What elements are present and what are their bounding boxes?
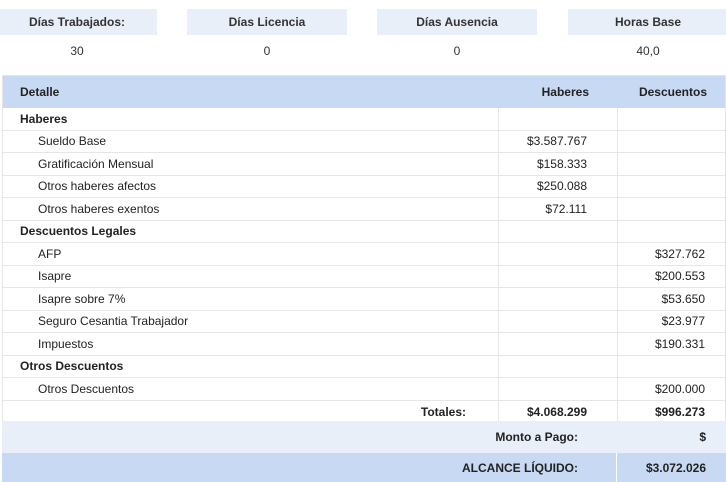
table-row: Otros Descuentos $200.000 bbox=[3, 378, 725, 401]
row-haberes bbox=[498, 265, 617, 287]
group-title: Haberes bbox=[20, 111, 68, 126]
row-label: Otros haberes exentos bbox=[38, 201, 160, 216]
stat-dias-ausencia: Días Ausencia 0 bbox=[377, 9, 537, 67]
group-title: Descuentos Legales bbox=[20, 224, 137, 239]
group-row-descuentos-legales: Descuentos Legales bbox=[3, 220, 725, 243]
table-row: Gratificación Mensual $158.333 bbox=[3, 153, 725, 176]
table-header: Detalle Haberes Descuentos bbox=[3, 76, 725, 108]
stat-horas-base: Horas Base 40,0 bbox=[568, 9, 726, 67]
row-descuentos bbox=[617, 198, 725, 220]
row-label: Sueldo Base bbox=[38, 134, 107, 149]
row-descuentos: $327.762 bbox=[617, 243, 725, 265]
monto-pago-row: Monto a Pago: $ bbox=[2, 421, 726, 453]
row-label: Gratificación Mensual bbox=[38, 156, 154, 171]
row-descuentos: $190.331 bbox=[617, 333, 725, 355]
row-descuentos: $200.000 bbox=[617, 378, 725, 400]
column-header-detalle: Detalle bbox=[20, 85, 60, 99]
alcance-liquido-value: $3.072.026 bbox=[616, 453, 726, 482]
column-header-haberes: Haberes bbox=[541, 85, 589, 99]
summary-stats: Días Trabajados: 30 Días Licencia 0 Días… bbox=[0, 0, 726, 74]
row-descuentos: $23.977 bbox=[617, 310, 725, 332]
row-descuentos bbox=[617, 153, 725, 175]
stat-dias-trabajados: Días Trabajados: 30 bbox=[0, 9, 157, 67]
row-descuentos: $53.650 bbox=[617, 288, 725, 310]
stat-value: 40,0 bbox=[636, 44, 660, 58]
table-row: Sueldo Base $3.587.767 bbox=[3, 130, 725, 153]
totals-label: Totales: bbox=[420, 404, 466, 419]
payroll-table: Detalle Haberes Descuentos Haberes Sueld… bbox=[2, 75, 726, 424]
row-descuentos bbox=[617, 130, 725, 152]
group-title: Otros Descuentos bbox=[20, 359, 124, 374]
group-row-otros-descuentos: Otros Descuentos bbox=[3, 355, 725, 378]
stat-label: Horas Base bbox=[568, 9, 726, 35]
table-row: AFP $327.762 bbox=[3, 243, 725, 266]
row-label: Otros Descuentos bbox=[38, 381, 135, 396]
row-label: Isapre sobre 7% bbox=[38, 291, 126, 306]
stat-value: 30 bbox=[70, 44, 84, 58]
stat-label: Días Ausencia bbox=[377, 9, 537, 35]
row-haberes: $72.111 bbox=[498, 198, 617, 220]
alcance-liquido-row: ALCANCE LÍQUIDO: $3.072.026 bbox=[2, 453, 726, 482]
row-label: Isapre bbox=[38, 269, 72, 284]
row-haberes bbox=[498, 288, 617, 310]
table-row: Otros haberes exentos $72.111 bbox=[3, 198, 725, 221]
totals-descuentos: $996.273 bbox=[617, 400, 725, 423]
row-haberes: $250.088 bbox=[498, 175, 617, 197]
group-row-haberes: Haberes bbox=[3, 108, 725, 131]
row-haberes bbox=[498, 243, 617, 265]
table-row: Impuestos $190.331 bbox=[3, 333, 725, 356]
totals-haberes: $4.068.299 bbox=[498, 400, 617, 423]
row-haberes: $3.587.767 bbox=[498, 130, 617, 152]
row-haberes bbox=[498, 378, 617, 400]
column-header-descuentos: Descuentos bbox=[638, 85, 707, 99]
stat-value: 0 bbox=[263, 44, 271, 58]
row-haberes bbox=[498, 310, 617, 332]
row-label: Seguro Cesantia Trabajador bbox=[38, 314, 189, 329]
stat-label: Días Licencia bbox=[187, 9, 347, 35]
stat-dias-licencia: Días Licencia 0 bbox=[187, 9, 347, 67]
row-haberes bbox=[498, 333, 617, 355]
table-row: Isapre $200.553 bbox=[3, 265, 725, 288]
table-row: Isapre sobre 7% $53.650 bbox=[3, 288, 725, 311]
row-descuentos bbox=[617, 175, 725, 197]
row-haberes: $158.333 bbox=[498, 153, 617, 175]
table-row: Seguro Cesantia Trabajador $23.977 bbox=[3, 310, 725, 333]
alcance-liquido-label: ALCANCE LÍQUIDO: bbox=[462, 460, 578, 475]
row-descuentos: $200.553 bbox=[617, 265, 725, 287]
row-label: Otros haberes afectos bbox=[38, 179, 157, 194]
stat-value: 0 bbox=[453, 44, 461, 58]
monto-pago-value: $ bbox=[699, 430, 706, 444]
table-row: Otros haberes afectos $250.088 bbox=[3, 175, 725, 198]
stat-label: Días Trabajados: bbox=[0, 9, 157, 35]
monto-pago-label: Monto a Pago: bbox=[495, 430, 578, 444]
row-label: Impuestos bbox=[38, 336, 94, 351]
row-label: AFP bbox=[38, 246, 62, 261]
